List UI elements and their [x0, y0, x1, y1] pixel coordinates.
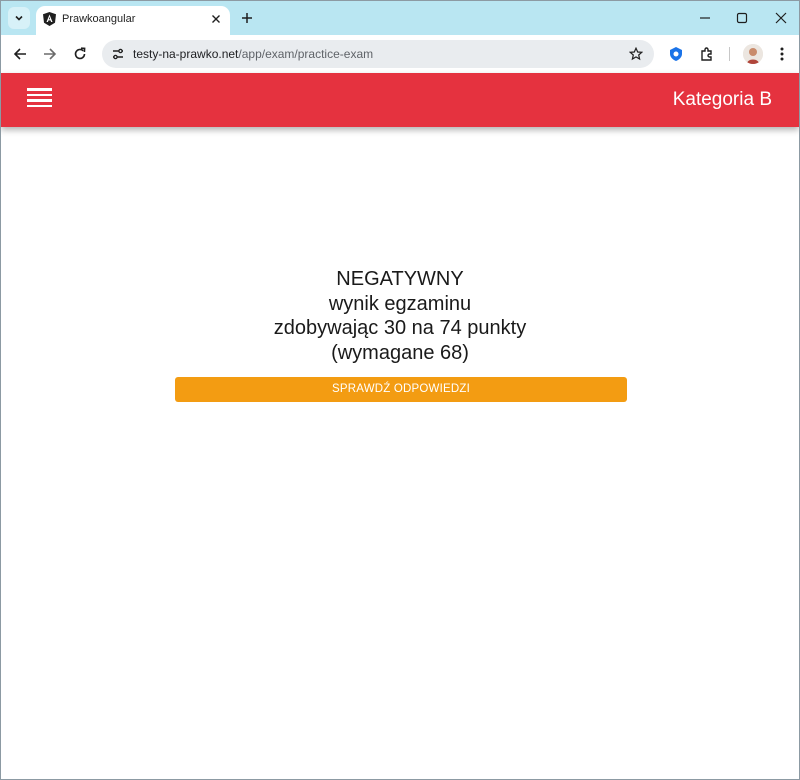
tab-strip: Prawkoangular: [1, 1, 799, 35]
extension-shield-icon[interactable]: [666, 44, 686, 64]
tab-search-icon[interactable]: [8, 7, 30, 29]
browser-window: Prawkoangular testy-na-prawko.net/app/ex…: [0, 0, 800, 780]
address-bar[interactable]: testy-na-prawko.net/app/exam/practice-ex…: [102, 40, 654, 68]
url-text: testy-na-prawko.net/app/exam/practice-ex…: [133, 47, 373, 61]
url-path: /app/exam/practice-exam: [238, 47, 374, 61]
app-title: Kategoria B: [672, 89, 772, 110]
star-icon[interactable]: [628, 46, 644, 62]
result-label: wynik egzaminu: [328, 292, 472, 315]
more-vert-icon[interactable]: [772, 44, 792, 64]
result-required: (wymagane 68): [331, 341, 469, 364]
toolbar-divider: [729, 47, 730, 61]
reload-icon[interactable]: [70, 44, 90, 64]
maximize-icon[interactable]: [728, 6, 756, 30]
check-answers-button[interactable]: SPRAWDŹ ODPOWIEDZI: [175, 377, 627, 402]
avatar[interactable]: [743, 44, 763, 64]
url-domain: testy-na-prawko.net: [133, 47, 239, 61]
result-score: zdobywając 30 na 74 punkty: [273, 317, 527, 339]
tab-title: Prawkoangular: [62, 13, 136, 25]
forward-arrow-icon[interactable]: [40, 44, 60, 64]
browser-toolbar: testy-na-prawko.net/app/exam/practice-ex…: [1, 35, 799, 73]
exam-result: NEGATYWNY wynik egzaminu zdobywając 30 n…: [1, 267, 799, 365]
app-header: Kategoria B: [1, 73, 799, 127]
minimize-icon[interactable]: [691, 6, 719, 30]
hamburger-menu-icon[interactable]: [27, 88, 53, 112]
site-info-icon[interactable]: [110, 46, 126, 62]
puzzle-icon[interactable]: [697, 44, 717, 64]
back-arrow-icon[interactable]: [10, 44, 30, 64]
browser-tab[interactable]: Prawkoangular: [36, 6, 230, 35]
angular-favicon-icon: [43, 12, 56, 26]
plus-icon[interactable]: [237, 8, 257, 28]
close-icon[interactable]: [208, 11, 224, 27]
window-close-icon[interactable]: [767, 6, 795, 30]
result-status: NEGATYWNY: [336, 268, 464, 290]
